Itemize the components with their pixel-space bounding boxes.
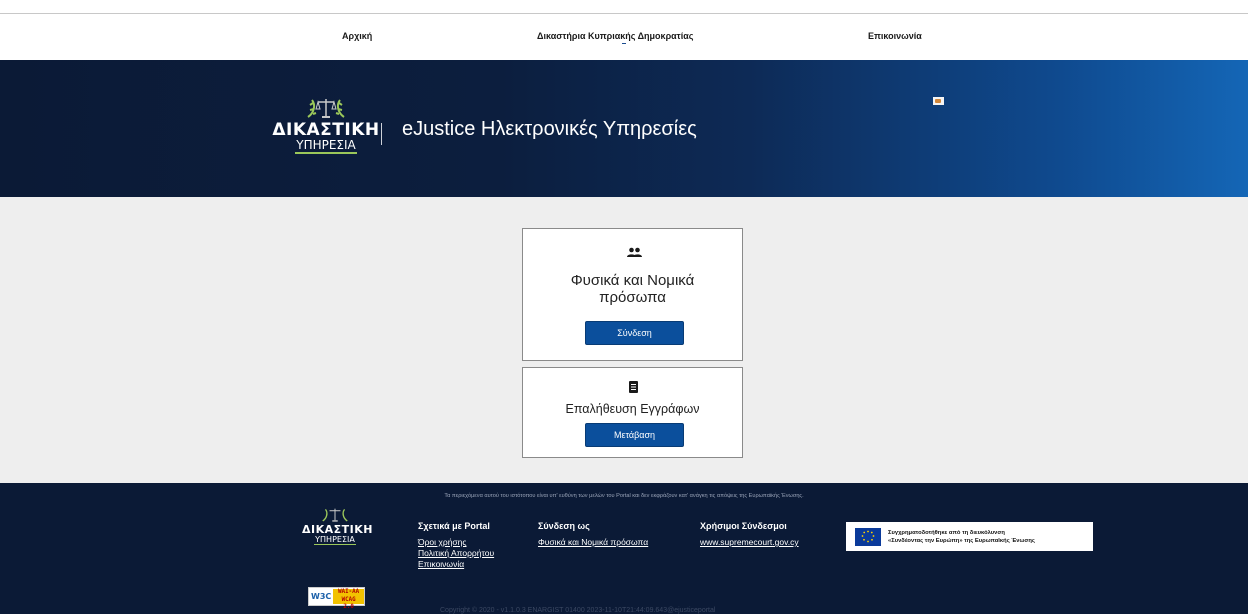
privacy-policy-link[interactable]: Πολιτική Απορρήτου [418, 548, 494, 559]
logo-subtitle: ΥΠΗΡΕΣΙΑ [295, 138, 357, 154]
courts-dropdown-indicator [622, 43, 626, 44]
nav-home-link[interactable]: Αρχική [342, 31, 372, 41]
wcag-level-line1: WAI-AA [338, 589, 360, 595]
persons-card-title: Φυσικά και Νομικά πρόσωπα [523, 272, 742, 306]
nav-contact-link[interactable]: Επικοινωνία [868, 31, 922, 41]
judicial-service-logo[interactable]: ΔΙΚΑΣΤΙΚΗ ΥΠΗΡΕΣΙΑ [268, 97, 384, 154]
hero-banner: ΔΙΚΑΣΤΙΚΗ ΥΠΗΡΕΣΙΑ eJustice Ηλεκτρονικές… [0, 60, 1248, 197]
eu-funding-text: Συγχρηματοδοτήθηκε από τη διευκόλυνση «Σ… [888, 529, 1035, 545]
eu-funding-line1: Συγχρηματοδοτήθηκε από τη διευκόλυνση [888, 529, 1005, 536]
wcag-level-label: WAI-AA WCAG 2.0 [333, 589, 364, 610]
footer-login-column: Σύνδεση ως Φυσικά και Νομικά πρόσωπα [538, 521, 648, 548]
cyprus-flag-icon[interactable] [933, 97, 944, 105]
scales-emblem-icon [307, 99, 345, 118]
logo-separator [381, 123, 382, 145]
document-verification-card: Επαλήθευση Εγγράφων Μετάβαση [522, 367, 743, 458]
footer-logo-title: ΔΙΚΑΣΤΙΚΗ [302, 523, 373, 536]
footer-about-heading: Σχετικά με Portal [418, 521, 490, 531]
footer-disclaimer: Τα περιεχόμενα αυτού του ιστότοπου είναι… [444, 493, 804, 499]
w3c-logo: W3C [311, 592, 332, 601]
footer-logo[interactable]: ΔΙΚΑΣΤΙΚΗ ΥΠΗΡΕΣΙΑ [302, 507, 373, 545]
footer-about-column: Σχετικά με Portal Όροι χρήσης Πολιτική Α… [418, 521, 494, 570]
eu-funding-line2: «Συνδέοντας την Ευρώπη» της Ευρωπαϊκής Έ… [888, 537, 1035, 544]
persons-title-line1: Φυσικά και Νομικά [570, 272, 695, 289]
terms-of-use-link[interactable]: Όροι χρήσης [418, 537, 494, 548]
wcag-level-line2: WCAG 2.0 [341, 596, 356, 611]
nav-courts-link[interactable]: Δικαστήρια Κυπριακής Δημοκρατίας [537, 31, 693, 41]
footer-contact-link[interactable]: Επικοινωνία [418, 559, 494, 570]
persons-title-line2: πρόσωπα [599, 289, 666, 306]
wcag-compliance-badge[interactable]: W3C WAI-AA WCAG 2.0 [308, 587, 365, 610]
supreme-court-link[interactable]: www.supremecourt.gov.cy [700, 537, 799, 548]
document-icon [629, 381, 638, 393]
go-to-verification-button[interactable]: Μετάβαση [585, 423, 684, 447]
footer-persons-login-link[interactable]: Φυσικά και Νομικά πρόσωπα [538, 537, 648, 548]
logo-title: ΔΙΚΑΣΤΙΚΗ [272, 120, 380, 140]
footer: Τα περιεχόμενα αυτού του ιστότοπου είναι… [0, 483, 1248, 614]
main-content: Φυσικά και Νομικά πρόσωπα Σύνδεση Επαλήθ… [0, 197, 1248, 483]
footer-login-heading: Σύνδεση ως [538, 521, 590, 531]
copyright-text: Copyright © 2020 - v1.1.0.3 ENARGIST 014… [440, 607, 716, 614]
eu-flag-icon [855, 527, 881, 546]
persons-login-button[interactable]: Σύνδεση [585, 321, 684, 345]
top-divider [0, 13, 1248, 14]
page-title: eJustice Ηλεκτρονικές Υπηρεσίες [402, 118, 697, 140]
footer-useful-heading: Χρήσιμοι Σύνδεσμοι [700, 521, 787, 531]
verification-card-title: Επαλήθευση Εγγράφων [565, 402, 700, 416]
persons-login-card: Φυσικά και Νομικά πρόσωπα Σύνδεση [522, 228, 743, 361]
footer-scales-emblem-icon [322, 508, 348, 522]
footer-logo-subtitle: ΥΠΗΡΕΣΙΑ [314, 535, 356, 545]
eu-funding-banner: Συγχρηματοδοτήθηκε από τη διευκόλυνση «Σ… [846, 522, 1093, 551]
top-navigation: Αρχική Δικαστήρια Κυπριακής Δημοκρατίας … [0, 0, 1248, 60]
users-icon [627, 247, 642, 257]
footer-useful-links-column: Χρήσιμοι Σύνδεσμοι www.supremecourt.gov.… [700, 521, 799, 548]
